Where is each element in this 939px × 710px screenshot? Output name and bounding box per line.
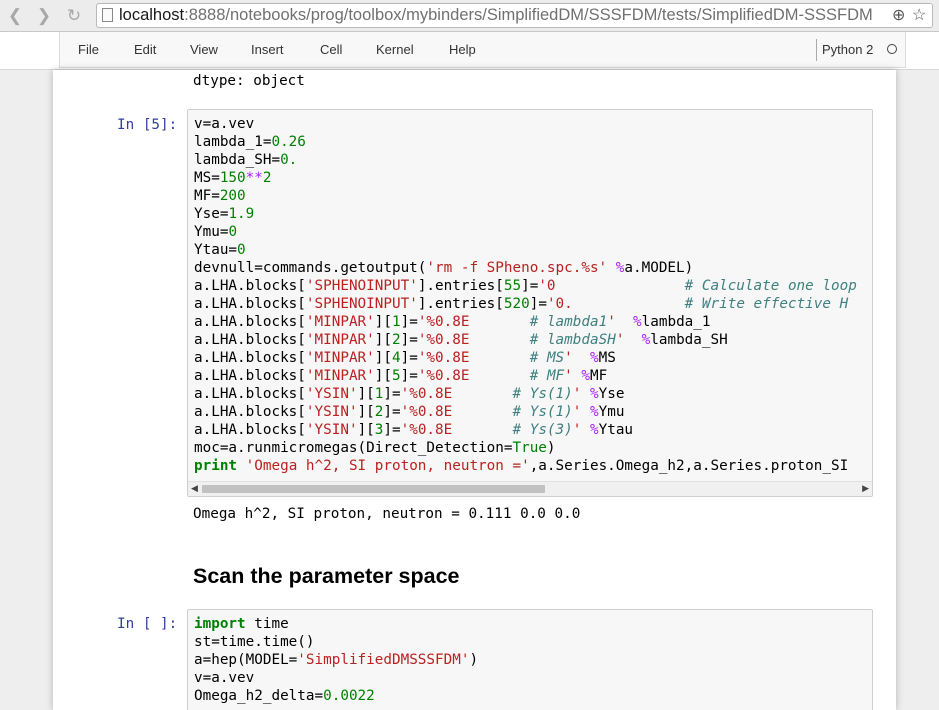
cell-5-input[interactable]: v=a.vev lambda_1=0.26 lambda_SH=0. MS=15… xyxy=(187,109,873,497)
markdown-heading: Scan the parameter space xyxy=(193,564,460,588)
cell-next-code[interactable]: import time st=time.time() a=hep(MODEL='… xyxy=(194,615,478,705)
code-line: v=a.vev xyxy=(194,670,255,686)
kernel-idle-indicator-icon xyxy=(887,44,897,54)
dtype-output: dtype: object xyxy=(193,73,305,89)
forward-icon[interactable]: ❯ xyxy=(34,6,54,26)
code-line: Ytau=0 xyxy=(194,242,246,258)
code-line: a.LHA.blocks['YSIN'][1]='%0.8E # Ys(1)' … xyxy=(194,386,625,402)
code-line: a.LHA.blocks['YSIN'][2]='%0.8E # Ys(1)' … xyxy=(194,404,625,420)
code-line: MF=200 xyxy=(194,188,246,204)
code-line: MS=150**2 xyxy=(194,170,272,186)
code-line: a.LHA.blocks['MINPAR'][4]='%0.8E # MS' %… xyxy=(194,350,616,366)
code-line: a.LHA.blocks['MINPAR'][1]='%0.8E # lambd… xyxy=(194,314,711,330)
cell-5-horizontal-scrollbar[interactable]: ◀ ▶ xyxy=(188,481,872,496)
kernel-name: Python 2 xyxy=(822,42,874,57)
menu-cell[interactable]: Cell xyxy=(320,42,342,57)
scroll-right-icon[interactable]: ▶ xyxy=(862,483,869,494)
code-line: a=hep(MODEL='SimplifiedDMSSSFDM') xyxy=(194,652,479,668)
code-line: Omega_h2_delta=0.0022 xyxy=(194,688,375,704)
code-line: print 'Omega h^2, SI proton, neutron =',… xyxy=(194,458,849,474)
code-line: Ymu=0 xyxy=(194,224,238,240)
url-path: :8888/notebooks/prog/toolbox/mybinders/S… xyxy=(184,6,873,24)
cell-5-code[interactable]: v=a.vev lambda_1=0.26 lambda_SH=0. MS=15… xyxy=(194,115,857,475)
menu-file[interactable]: File xyxy=(78,42,99,57)
code-line: a.LHA.blocks['SPHENOINPUT'].entries[520]… xyxy=(194,296,849,312)
url-host: localhost xyxy=(119,6,185,24)
code-line: v=a.vev xyxy=(194,116,255,132)
scroll-left-icon[interactable]: ◀ xyxy=(191,483,198,494)
code-line: lambda_SH=0. xyxy=(194,152,298,168)
zoom-icon[interactable]: ⊕ xyxy=(892,5,905,25)
code-line: st=time.time() xyxy=(194,634,315,650)
cell-next-input[interactable]: import time st=time.time() a=hep(MODEL='… xyxy=(187,609,873,710)
code-line: import time xyxy=(194,616,289,632)
code-line: a.LHA.blocks['YSIN'][3]='%0.8E # Ys(3)' … xyxy=(194,422,634,438)
reload-icon[interactable]: ↻ xyxy=(64,6,84,26)
code-line: lambda_1=0.26 xyxy=(194,134,306,150)
cell-next-prompt: In [ ]: xyxy=(117,616,178,632)
code-line: a.LHA.blocks['MINPAR'][2]='%0.8E # lambd… xyxy=(194,332,728,348)
page-icon xyxy=(102,8,113,22)
notebook-header: File Edit View Insert Cell Kernel Help P… xyxy=(0,32,939,70)
code-line: moc=a.runmicromegas(Direct_Detection=Tru… xyxy=(194,440,556,456)
code-line: devnull=commands.getoutput('rm -f SPheno… xyxy=(194,260,694,276)
code-line: a.LHA.blocks['SPHENOINPUT'].entries[55]=… xyxy=(194,278,857,294)
notebook-container: dtype: object In [5]: v=a.vev lambda_1=0… xyxy=(53,70,896,710)
url-text[interactable]: localhost:8888/notebooks/prog/toolbox/my… xyxy=(119,6,873,25)
bookmark-star-icon[interactable]: ☆ xyxy=(912,5,926,25)
menu-insert[interactable]: Insert xyxy=(251,42,284,57)
browser-toolbar: ❮ ❯ ↻ localhost:8888/notebooks/prog/tool… xyxy=(0,0,939,32)
menu-edit[interactable]: Edit xyxy=(134,42,156,57)
menubar: File Edit View Insert Cell Kernel Help P… xyxy=(59,32,906,68)
menu-help[interactable]: Help xyxy=(449,42,476,57)
code-line: Yse=1.9 xyxy=(194,206,255,222)
kernel-separator xyxy=(816,39,817,61)
menu-kernel[interactable]: Kernel xyxy=(376,42,414,57)
address-bar[interactable]: localhost:8888/notebooks/prog/toolbox/my… xyxy=(96,3,933,28)
back-icon[interactable]: ❮ xyxy=(5,6,25,26)
scrollbar-thumb[interactable] xyxy=(202,485,545,493)
code-line: a.LHA.blocks['MINPAR'][5]='%0.8E # MF' %… xyxy=(194,368,608,384)
cell-5-prompt: In [5]: xyxy=(117,117,178,133)
menu-view[interactable]: View xyxy=(190,42,218,57)
cell-5-output: Omega h^2, SI proton, neutron = 0.111 0.… xyxy=(193,506,581,522)
